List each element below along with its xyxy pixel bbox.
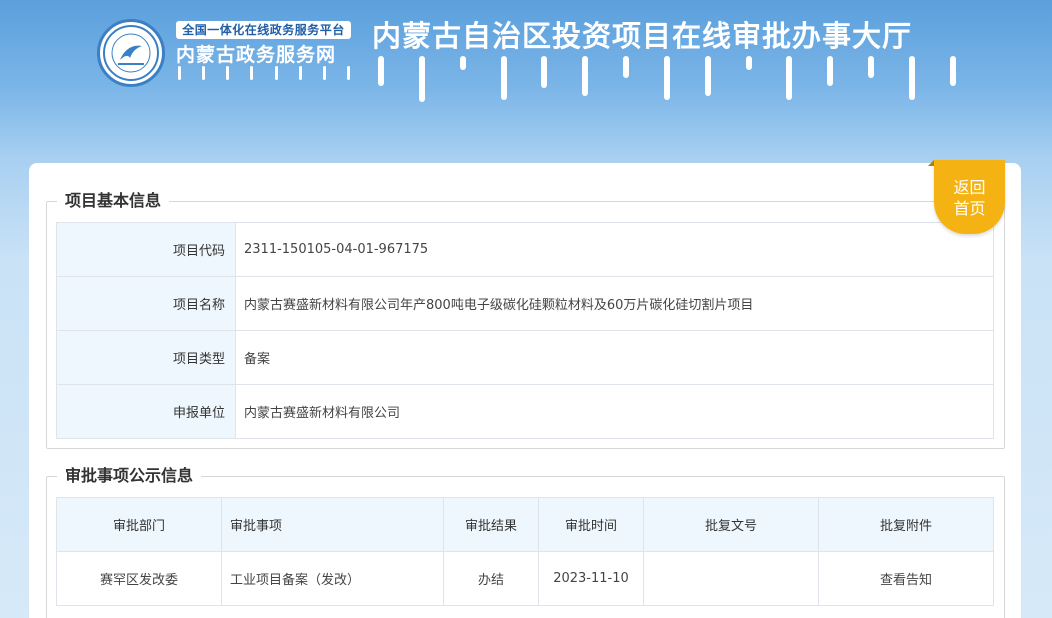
- applicant-label: 申报单位: [56, 384, 236, 439]
- col-header-doc-no: 批复文号: [643, 497, 819, 552]
- table-row: 项目类型 备案: [56, 330, 994, 385]
- applicant-value: 内蒙古赛盛新材料有限公司: [235, 384, 994, 439]
- main-title: 内蒙古自治区投资项目在线审批办事大厅: [372, 19, 913, 53]
- basic-info-legend: 项目基本信息: [65, 191, 162, 210]
- col-header-time: 审批时间: [538, 497, 644, 552]
- back-home-label-line1: 返回: [953, 178, 986, 197]
- cell-time: 2023-11-10: [538, 551, 644, 606]
- table-row: 赛罕区发改委 工业项目备案（发改） 办结 2023-11-10 查看告知: [56, 551, 994, 606]
- approval-info-legend: 审批事项公示信息: [65, 466, 194, 485]
- table-row: 项目代码 2311-150105-04-01-967175: [56, 222, 994, 277]
- project-type-value: 备案: [235, 330, 994, 385]
- view-notice-link[interactable]: 查看告知: [880, 573, 932, 588]
- mongolian-script-small: [178, 66, 350, 84]
- basic-info-table: 项目代码 2311-150105-04-01-967175 项目名称 内蒙古赛盛…: [56, 222, 994, 439]
- project-name-value: 内蒙古赛盛新材料有限公司年产800吨电子级碳化硅颗粒材料及60万片碳化硅切割片项…: [235, 276, 994, 331]
- site-name: 内蒙古政务服务网: [176, 44, 337, 66]
- back-home-label-line2: 首页: [953, 199, 986, 218]
- project-code-label: 项目代码: [56, 222, 236, 277]
- col-header-attachment: 批复附件: [818, 497, 994, 552]
- project-code-value: 2311-150105-04-01-967175: [235, 222, 994, 277]
- cell-doc-no: [643, 551, 819, 606]
- col-header-result: 审批结果: [443, 497, 539, 552]
- table-row: 项目名称 内蒙古赛盛新材料有限公司年产800吨电子级碳化硅颗粒材料及60万片碳化…: [56, 276, 994, 331]
- back-home-button[interactable]: 返回 首页: [928, 160, 1005, 234]
- approval-table: 审批部门 审批事项 审批结果 审批时间 批复文号 批复附件 赛罕区发改委 工业项…: [56, 497, 994, 606]
- platform-badge: 全国一体化在线政务服务平台: [176, 21, 351, 39]
- project-type-label: 项目类型: [56, 330, 236, 385]
- table-row: 申报单位 内蒙古赛盛新材料有限公司: [56, 384, 994, 439]
- col-header-item: 审批事项: [221, 497, 444, 552]
- col-header-dept: 审批部门: [56, 497, 222, 552]
- table-header-row: 审批部门 审批事项 审批结果 审批时间 批复文号 批复附件: [56, 497, 994, 552]
- mongolian-script-large: [378, 56, 956, 104]
- project-name-label: 项目名称: [56, 276, 236, 331]
- page-header: 全国一体化在线政务服务平台 内蒙古政务服务网 内蒙古自治区投资项目在线审批办事大…: [0, 0, 1052, 160]
- cell-item: 工业项目备案（发改）: [221, 551, 444, 606]
- cell-result: 办结: [443, 551, 539, 606]
- emblem-logo-icon: [97, 19, 165, 87]
- cell-dept: 赛罕区发改委: [56, 551, 222, 606]
- cell-attachment: 查看告知: [818, 551, 994, 606]
